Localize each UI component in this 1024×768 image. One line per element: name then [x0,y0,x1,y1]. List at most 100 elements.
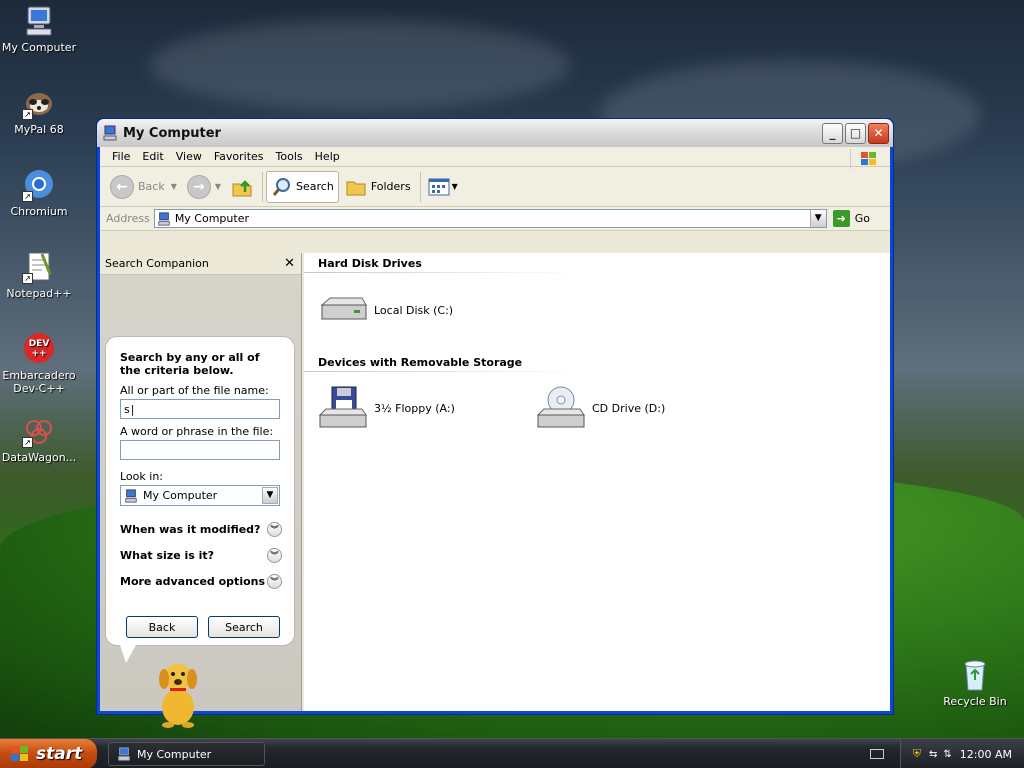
desktop-icon-label: My Computer [1,41,77,54]
desktop-icon-recycle-bin[interactable]: Recycle Bin [936,658,1014,708]
up-folder-button[interactable] [227,171,257,203]
expand-chevron-icon[interactable]: ︾ [267,521,282,537]
option-advanced[interactable]: More advanced options ︾ [120,568,282,594]
network-icon[interactable]: ⇆ [929,749,937,760]
option-label: More advanced options [120,574,266,588]
go-arrow-icon: ➜ [832,210,850,227]
windows-logo-icon [850,149,886,169]
notepad-icon: ↗ [22,250,56,284]
desktop-icon-label: Chromium [10,205,68,218]
run-search-button[interactable]: Search [208,616,280,638]
datawagon-icon: ↗ [22,414,56,448]
search-intro-text: Search by any or all of the criteria bel… [120,351,260,377]
up-folder-icon [232,179,252,196]
forward-button[interactable]: → ▼ [183,171,225,203]
taskbar-item-label: My Computer [137,747,212,761]
address-bar: Address My Computer ▼ ➜ Go [100,207,890,231]
group-heading-hard-disk: Hard Disk Drives [318,257,422,270]
start-label: start [36,744,83,764]
address-value: My Computer [174,212,249,225]
filename-input[interactable]: s | [120,399,280,419]
menu-favorites[interactable]: Favorites [208,150,270,163]
search-button-row: Back Search [126,616,280,638]
chevron-down-icon: ▼ [451,182,458,191]
lookin-value: My Computer [143,489,218,502]
title-bar[interactable]: My Computer _ □ ✕ [97,119,893,147]
toolbar: ← Back ▼ → ▼ Search Folders ▼ [100,167,890,207]
desktop-icon-label: MyPal 68 [14,123,64,136]
bubble-tail [120,645,136,663]
option-label: What size is it? [120,548,215,562]
computer-icon [158,211,170,226]
shortcut-arrow-icon: ↗ [22,437,33,448]
wallpaper-cloud [150,20,570,110]
desktop-icon-chromium[interactable]: ↗ Chromium [0,168,78,218]
security-shield-icon[interactable]: ⛨ [913,747,921,761]
chevron-down-icon: ▼ [170,182,177,191]
svg-text:DEV: DEV [29,339,50,349]
close-pane-icon[interactable]: ✕ [284,256,295,271]
lookin-select[interactable]: My Computer ▼ [120,485,280,506]
drive-cd-d[interactable]: CD Drive (D:) [536,385,665,431]
maximize-icon: □ [849,126,862,140]
desktop-icon-my-computer[interactable]: My Computer [0,4,78,54]
search-icon [272,177,291,196]
menu-help[interactable]: Help [309,150,346,163]
computer-icon [22,4,56,38]
desktop-icon-mypal[interactable]: ↗ MyPal 68 [0,86,78,136]
svg-text:++: ++ [31,349,46,359]
go-button[interactable]: ➜ Go [832,210,870,227]
address-input[interactable]: My Computer ▼ [153,209,827,228]
system-tray: ⛨ ⇆ ⇅ 12:00 AM [900,739,1024,768]
views-button[interactable]: ▼ [424,171,462,203]
search-companion-header: Search Companion ✕ [100,253,301,275]
menu-edit[interactable]: Edit [136,150,169,163]
windows-flag-icon [11,746,28,761]
option-when-modified[interactable]: When was it modified? ︾ [120,516,282,542]
search-companion-pane: Search Companion ✕ Search by any or all … [100,253,302,728]
address-dropdown-button[interactable]: ▼ [809,210,826,227]
drive-label: 3½ Floppy (A:) [374,401,455,415]
desktop-icon-notepadpp[interactable]: ↗ Notepad++ [0,250,78,300]
menu-file[interactable]: File [106,150,136,163]
window-title: My Computer [123,125,221,141]
address-label: Address [106,212,150,225]
lookin-dropdown-button[interactable]: ▼ [262,487,278,504]
computer-icon [125,488,137,503]
back-search-button[interactable]: Back [126,616,198,638]
menu-tools[interactable]: Tools [270,150,309,163]
folders-button[interactable]: Folders [341,171,415,203]
drive-floppy-a[interactable]: 3½ Floppy (A:) [318,385,455,431]
chevron-down-icon: ▼ [214,182,222,191]
network-icon[interactable]: ⇅ [943,749,951,760]
menu-view[interactable]: View [170,150,208,163]
group-divider [304,371,584,372]
minimize-button[interactable]: _ [822,122,843,144]
filename-label: All or part of the file name: [120,384,269,397]
desktop-icon-label: Recycle Bin [943,695,1007,708]
recycle-bin-icon [958,658,992,692]
chevron-down-icon: ▼ [814,213,822,223]
taskbar-item-my-computer[interactable]: My Computer [108,742,265,766]
maximize-button[interactable]: □ [845,122,866,144]
desktop-icon-datawagon[interactable]: ↗ DataWagon... [0,414,78,464]
search-dog-icon[interactable] [148,655,208,729]
lookin-label: Look in: [120,470,163,483]
clock[interactable]: 12:00 AM [960,748,1012,761]
desktop-icon-devcpp[interactable]: DEV ++ Embarcadero Dev-C++ [0,332,78,395]
drive-local-disk-c[interactable]: Local Disk (C:) [318,295,453,325]
minimize-icon: _ [829,126,836,140]
chromium-icon: ↗ [22,168,56,202]
shortcut-arrow-icon: ↗ [22,273,33,284]
back-button[interactable]: ← Back ▼ [106,171,181,203]
phrase-input[interactable] [120,440,280,460]
keyboard-icon[interactable] [870,749,884,759]
search-button[interactable]: Search [266,170,339,203]
search-companion-body: Search by any or all of the criteria bel… [100,275,301,728]
expand-chevron-icon[interactable]: ︾ [267,547,282,563]
expand-chevron-icon[interactable]: ︾ [267,573,282,589]
start-button[interactable]: start [0,739,97,768]
floppy-drive-icon [318,386,367,428]
close-button[interactable]: ✕ [868,122,889,144]
option-what-size[interactable]: What size is it? ︾ [120,542,282,568]
